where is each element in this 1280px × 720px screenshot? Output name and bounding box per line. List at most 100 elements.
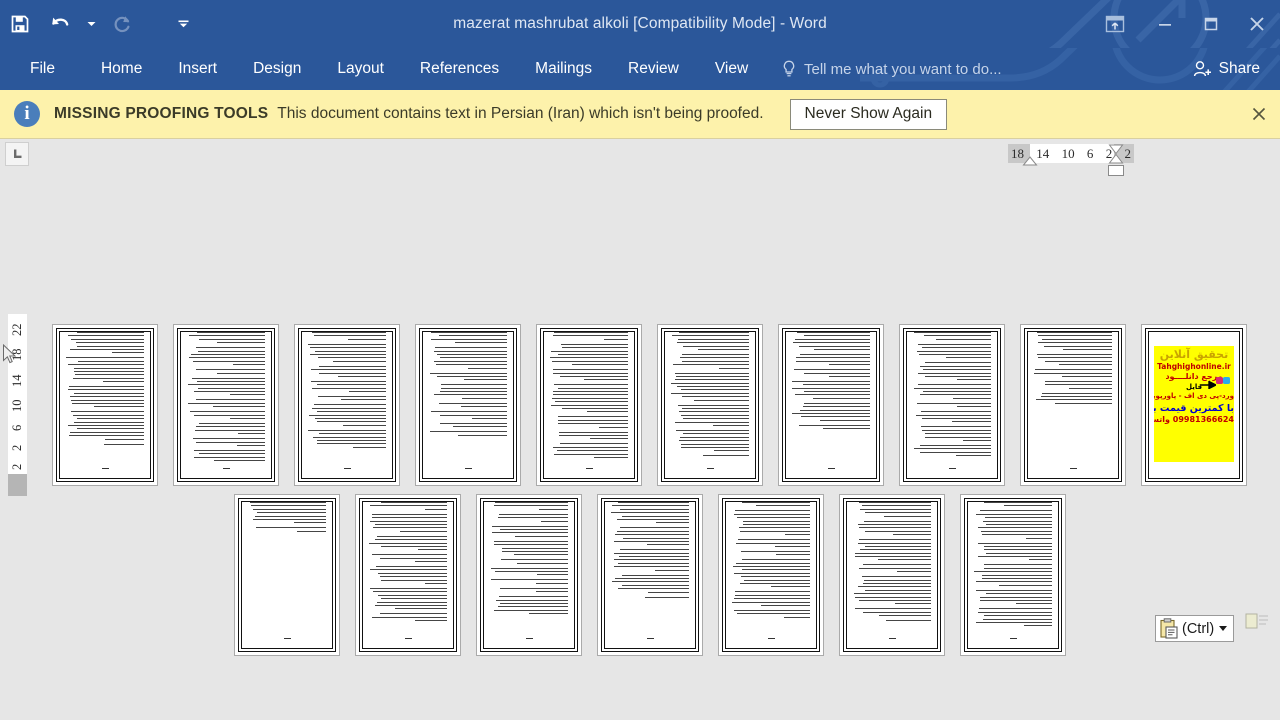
page-number <box>423 456 513 474</box>
page-thumbnail[interactable] <box>415 324 521 486</box>
page-thumbnail[interactable] <box>960 494 1066 656</box>
share-button[interactable]: Share <box>1183 53 1270 85</box>
page-thumbnail[interactable] <box>173 324 279 486</box>
page-thumbnails[interactable]: تحقیق آنلاین Tahghighonline.ir مرجع دانلــ… <box>0 139 1280 720</box>
page-content <box>785 331 877 479</box>
page-number <box>665 456 755 474</box>
page-number <box>1028 456 1118 474</box>
text-line <box>742 569 810 571</box>
text-line <box>253 518 326 520</box>
paste-options-button[interactable]: (Ctrl) <box>1155 615 1235 642</box>
text-line <box>922 347 991 349</box>
page-thumbnail[interactable] <box>355 494 461 656</box>
minimize-button[interactable] <box>1142 0 1188 48</box>
close-button[interactable] <box>1234 0 1280 48</box>
text-line <box>615 534 689 536</box>
page-number <box>786 456 876 474</box>
text-line <box>613 552 689 554</box>
text-line <box>1041 338 1112 340</box>
never-show-again-button[interactable]: Never Show Again <box>789 98 948 130</box>
paragraph <box>732 550 810 556</box>
tab-home[interactable]: Home <box>89 48 154 90</box>
paragraph <box>550 416 628 428</box>
page-thumbnail[interactable]: تحقیق آنلاین Tahghighonline.ir مرجع دانلــ… <box>1141 324 1247 486</box>
text-line <box>975 621 1052 623</box>
text-line <box>496 599 568 601</box>
text-line <box>974 571 1052 573</box>
page-border-outer <box>419 328 517 482</box>
tell-me-search[interactable]: Tell me what you want to do... <box>782 48 1002 90</box>
customize-qat-button[interactable] <box>172 3 194 45</box>
text-line <box>694 399 749 401</box>
text-line <box>196 399 265 401</box>
text-line <box>680 414 749 416</box>
save-button[interactable] <box>0 3 40 45</box>
page-thumbnail[interactable] <box>657 324 763 486</box>
text-line <box>792 413 870 415</box>
redo-button[interactable] <box>102 3 142 45</box>
tab-mailings[interactable]: Mailings <box>523 48 604 90</box>
text-line <box>984 517 1052 519</box>
tab-mailings-label: Mailings <box>535 60 593 77</box>
tab-file[interactable]: File <box>0 48 75 90</box>
text-line <box>310 353 386 355</box>
text-line <box>828 364 870 366</box>
page-thumbnail[interactable] <box>234 494 340 656</box>
text-line <box>976 513 1052 515</box>
tab-layout[interactable]: Layout <box>325 48 396 90</box>
tab-design[interactable]: Design <box>241 48 313 90</box>
paragraph <box>974 589 1052 605</box>
text-line <box>734 591 810 593</box>
undo-dropdown-button[interactable] <box>80 3 102 45</box>
text-line <box>558 431 628 433</box>
text-line <box>863 583 931 585</box>
text-line <box>740 576 810 578</box>
message-bar-close-button[interactable] <box>1246 101 1272 127</box>
ribbon-display-options-button[interactable] <box>1088 0 1142 48</box>
page-content <box>543 331 635 479</box>
text-line <box>654 569 689 571</box>
page-thumbnail[interactable] <box>52 324 158 486</box>
page-thumbnail[interactable] <box>294 324 400 486</box>
text-line <box>1015 603 1052 605</box>
tab-view[interactable]: View <box>703 48 760 90</box>
text-line <box>378 594 447 596</box>
page-thumbnail[interactable] <box>778 324 884 486</box>
paragraph <box>490 587 568 593</box>
text-line <box>310 347 386 349</box>
text-line <box>999 584 1052 586</box>
text-line <box>913 448 991 450</box>
page-number <box>302 456 392 474</box>
text-line <box>68 389 144 391</box>
text-line <box>1061 375 1112 377</box>
text-line <box>859 549 931 551</box>
page-thumbnail[interactable] <box>839 494 945 656</box>
page-thumbnail[interactable] <box>899 324 1005 486</box>
page-thumbnail[interactable] <box>536 324 642 486</box>
restore-icon <box>1204 17 1218 31</box>
paragraph <box>369 613 447 622</box>
paragraph <box>429 332 507 344</box>
paragraph <box>187 411 265 420</box>
page-thumbnail[interactable] <box>1020 324 1126 486</box>
tab-review[interactable]: Review <box>616 48 691 90</box>
tab-insert[interactable]: Insert <box>166 48 229 90</box>
text-line <box>463 379 507 381</box>
text-line <box>514 554 568 556</box>
paragraph <box>732 510 810 536</box>
undo-button[interactable] <box>40 3 80 45</box>
paragraph <box>671 429 749 452</box>
text-line <box>792 380 870 382</box>
page-thumbnail[interactable] <box>597 494 703 656</box>
text-line <box>528 613 568 615</box>
text-line <box>1041 392 1112 394</box>
text-line <box>348 391 386 393</box>
text-line <box>853 593 931 595</box>
page-thumbnail[interactable] <box>476 494 582 656</box>
paragraph <box>913 343 991 359</box>
page-thumbnail[interactable] <box>718 494 824 656</box>
restore-button[interactable] <box>1188 0 1234 48</box>
text-line <box>558 387 628 389</box>
text-line <box>682 360 749 362</box>
tab-references[interactable]: References <box>408 48 511 90</box>
